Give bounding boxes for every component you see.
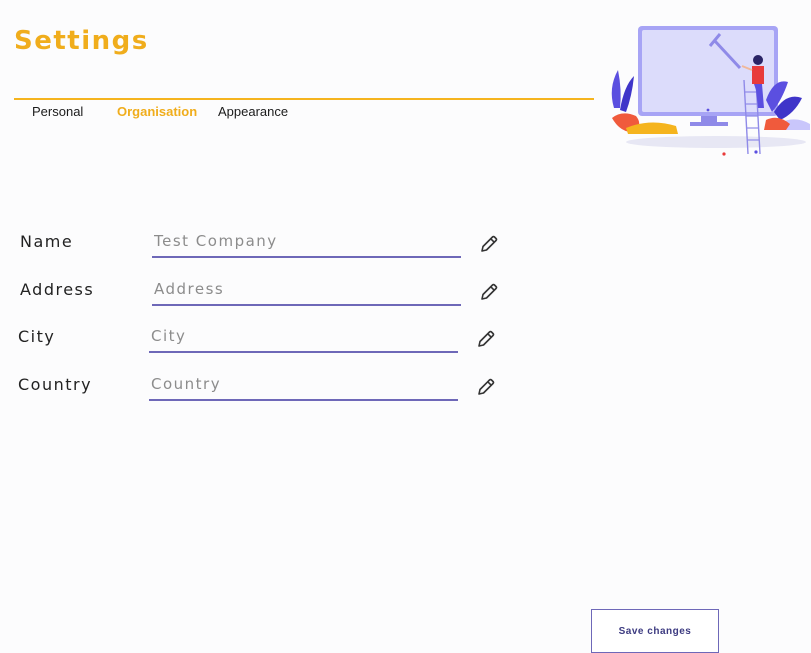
header-divider (14, 98, 594, 100)
pencil-icon[interactable] (479, 282, 499, 302)
address-input[interactable] (152, 278, 461, 306)
name-input[interactable] (152, 230, 461, 258)
country-label: Country (18, 375, 93, 394)
monitor-painter-illustration (611, 26, 810, 156)
name-label: Name (20, 232, 74, 251)
page-title: Settings (14, 26, 149, 56)
tab-organisation[interactable]: Organisation (117, 104, 197, 119)
pencil-icon[interactable] (476, 377, 496, 397)
tab-appearance[interactable]: Appearance (218, 104, 288, 119)
save-button[interactable]: Save changes (591, 609, 719, 653)
city-input[interactable] (149, 325, 458, 353)
tab-personal[interactable]: Personal (32, 104, 83, 119)
pencil-icon[interactable] (476, 329, 496, 349)
country-input[interactable] (149, 373, 458, 401)
pencil-icon[interactable] (479, 234, 499, 254)
city-label: City (18, 327, 56, 346)
address-label: Address (20, 280, 95, 299)
